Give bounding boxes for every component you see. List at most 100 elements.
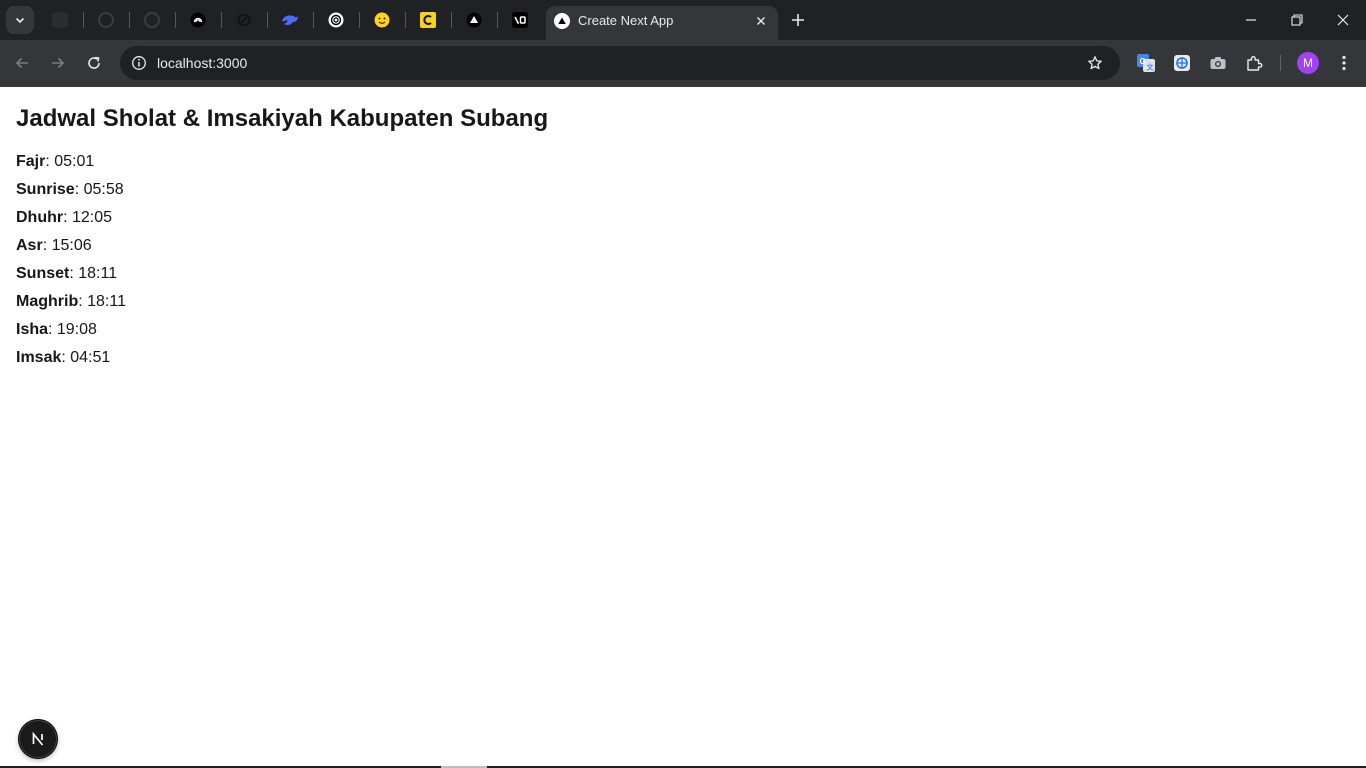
tab-separator (405, 12, 406, 28)
close-icon (757, 17, 765, 25)
pinned-tab[interactable] (370, 8, 394, 32)
pinned-tab[interactable] (140, 8, 164, 32)
prayer-time-value: : 05:01 (45, 153, 95, 170)
pinned-tab[interactable] (186, 8, 210, 32)
active-tab-title: Create Next App (578, 13, 674, 28)
prayer-label: Asr (16, 237, 43, 254)
page-title: Jadwal Sholat & Imsakiyah Kabupaten Suba… (16, 105, 549, 132)
kebab-menu-icon (1342, 55, 1346, 71)
close-tab-button[interactable] (752, 12, 770, 30)
plus-icon (792, 14, 804, 26)
screenshot-extension[interactable] (1207, 52, 1229, 74)
pinned-tab[interactable] (48, 8, 72, 32)
pinned-tab[interactable] (324, 8, 348, 32)
openai-icon (328, 12, 344, 28)
forward-button[interactable] (44, 49, 72, 77)
extensions-icon (1247, 56, 1263, 71)
tab-search-button[interactable] (6, 6, 34, 34)
address-bar[interactable]: localhost:3000 (120, 46, 1120, 80)
reload-icon (88, 56, 100, 69)
tab-separator (451, 12, 452, 28)
prayer-time-value: : 04:51 (61, 349, 111, 366)
prayer-time-value: : 19:08 (48, 321, 97, 338)
tab-separator (221, 12, 222, 28)
restore-button[interactable] (1274, 0, 1320, 40)
prayer-time-value: : 18:11 (78, 293, 126, 310)
pinned-tab[interactable] (94, 8, 118, 32)
bookmark-button[interactable] (1084, 52, 1106, 74)
prayer-time-item: Fajr: 05:01 (16, 152, 126, 180)
github-icon (98, 12, 114, 28)
webpage-icon (1174, 55, 1190, 71)
nextjs-logo-icon (32, 731, 44, 746)
url-text[interactable]: localhost:3000 (157, 54, 247, 72)
prayer-time-value: : 18:11 (69, 265, 118, 282)
pinned-tab[interactable] (462, 8, 486, 32)
minimize-button[interactable] (1228, 0, 1274, 40)
nextjs-dev-indicator[interactable] (19, 720, 57, 758)
prayer-time-value: : 05:58 (74, 181, 124, 198)
prayer-label: Isha (16, 321, 49, 338)
prayer-label: Maghrib (16, 293, 79, 310)
tab-separator (313, 12, 314, 28)
huggingface-icon (374, 12, 390, 28)
prayer-time-item: Imsak: 04:51 (16, 348, 126, 376)
pinned-tab[interactable] (508, 8, 532, 32)
close-icon (1337, 14, 1349, 26)
extensions-button[interactable] (1243, 52, 1265, 74)
tab-separator (83, 12, 84, 28)
prayer-time-item: Isha: 19:08 (16, 320, 126, 348)
dark-tab-icon (52, 12, 68, 28)
v0-icon (512, 12, 528, 28)
prayer-label: Imsak (16, 349, 62, 366)
webpage-extension[interactable] (1171, 52, 1193, 74)
vercel-icon (466, 12, 482, 28)
prayer-label: Sunset (16, 265, 70, 282)
loop-icon (237, 13, 251, 27)
new-tab-button[interactable] (786, 8, 810, 32)
pinned-tab[interactable] (232, 8, 256, 32)
prayer-time-value: : 15:06 (42, 237, 92, 254)
svg-text:G: G (1140, 57, 1146, 66)
pinned-tab[interactable] (416, 8, 440, 32)
prayer-times-list: Fajr: 05:01 Sunrise: 05:58 Dhuhr: 12:05 … (16, 152, 126, 376)
site-info-button[interactable] (128, 52, 150, 74)
page-content: Jadwal Sholat & Imsakiyah Kabupaten Suba… (0, 87, 1366, 768)
arrow-right-icon (52, 57, 65, 69)
arrow-left-icon (15, 57, 28, 69)
prayer-time-item: Asr: 15:06 (16, 236, 126, 264)
reload-button[interactable] (80, 49, 108, 77)
prayer-time-item: Sunrise: 05:58 (16, 180, 126, 208)
tab-separator (175, 12, 176, 28)
tab-separator (359, 12, 360, 28)
github-icon (144, 12, 160, 28)
claude-icon (420, 12, 436, 28)
tab-strip: Create Next App (0, 0, 1366, 40)
prayer-time-item: Sunset: 18:11 (16, 264, 126, 292)
prayer-label: Fajr (16, 153, 46, 170)
minimize-icon (1246, 19, 1256, 21)
prayer-label: Sunrise (16, 181, 75, 198)
toolbar-separator (1280, 55, 1281, 71)
deepseek-icon (282, 15, 298, 26)
tab-separator (267, 12, 268, 28)
camera-icon (1210, 57, 1226, 69)
tab-separator (497, 12, 498, 28)
restore-icon (1291, 14, 1303, 26)
browser-menu-button[interactable] (1333, 52, 1355, 74)
star-icon (1088, 56, 1102, 70)
prayer-time-item: Maghrib: 18:11 (16, 292, 126, 320)
tab-separator (129, 12, 130, 28)
profile-avatar[interactable]: M (1297, 52, 1319, 74)
google-translate-extension[interactable]: G文 (1135, 52, 1157, 74)
chevron-down-icon (15, 17, 25, 24)
active-tab[interactable]: Create Next App (546, 6, 778, 40)
back-button[interactable] (8, 49, 36, 77)
google-translate-icon: G文 (1137, 54, 1155, 72)
pinned-tab[interactable] (278, 8, 302, 32)
openai-icon (190, 12, 206, 28)
close-window-button[interactable] (1320, 0, 1366, 40)
info-icon (132, 56, 146, 70)
vercel-icon (554, 13, 570, 29)
svg-text:文: 文 (1147, 63, 1155, 72)
